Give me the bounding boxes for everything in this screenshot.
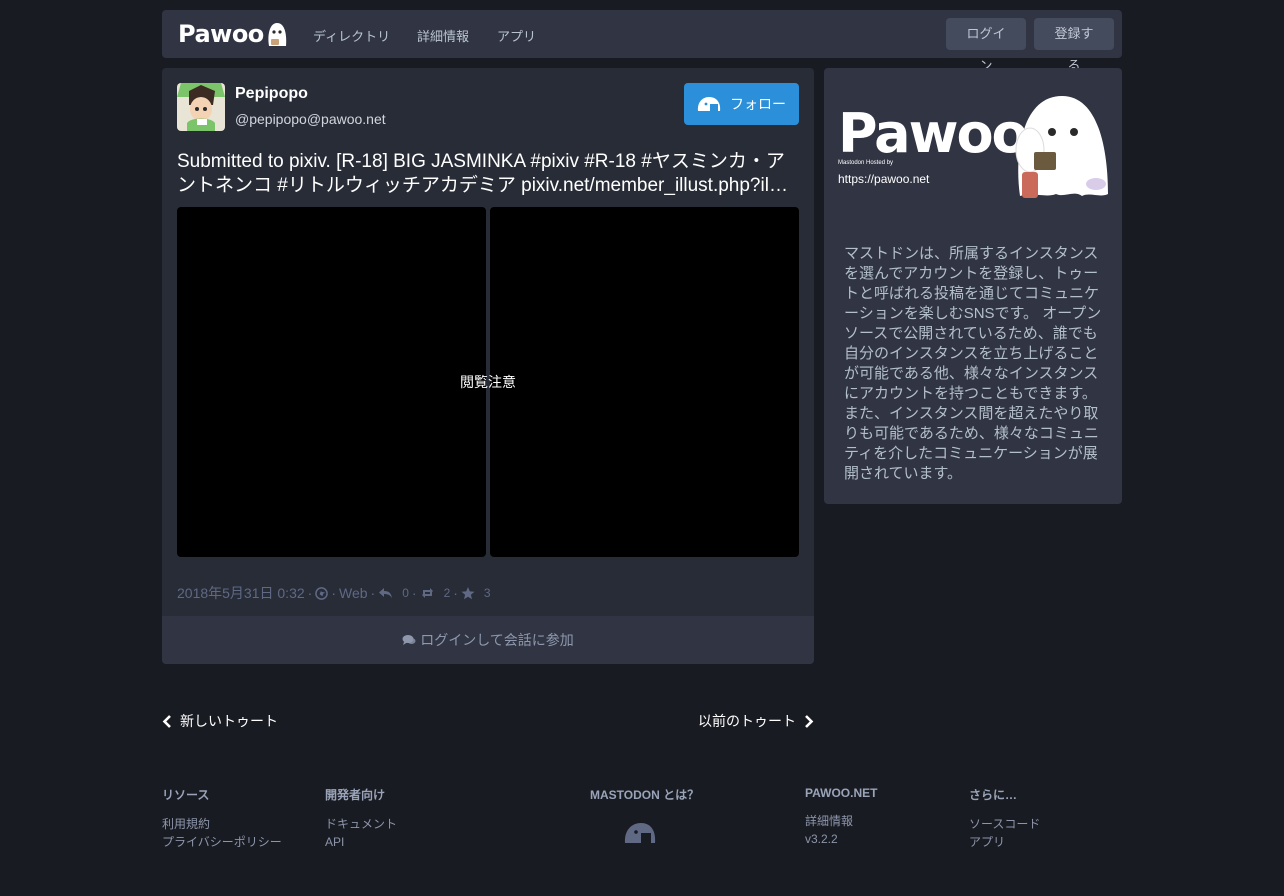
footer-developers-title: 開発者向け bbox=[325, 788, 386, 802]
mastodon-follow-icon bbox=[697, 97, 721, 111]
newer-toot-label: 新しいトゥート bbox=[180, 713, 278, 729]
signup-button[interactable]: 登録する bbox=[1034, 18, 1114, 73]
favourite-count: 3 bbox=[483, 586, 491, 600]
star-icon bbox=[461, 586, 475, 599]
footer-instance: PAWOO.NET 詳細情報 v3.2.2 bbox=[805, 786, 877, 848]
boost-count: 2 bbox=[443, 586, 451, 600]
hero-subtitle: Mastodon Hosted by bbox=[838, 160, 893, 166]
instance-description: マストドンは、所属するインスタンスを選んでアカウントを登録し、トゥートと呼ばれる… bbox=[844, 245, 1102, 482]
footer-version[interactable]: v3.2.2 bbox=[805, 830, 877, 848]
join-conversation-label: ログインして会話に参加 bbox=[420, 632, 574, 648]
avatar[interactable] bbox=[177, 83, 225, 131]
meta-separator: · bbox=[453, 585, 458, 601]
footer-link-apps[interactable]: アプリ bbox=[969, 833, 1040, 851]
display-name[interactable]: Pepipopo bbox=[235, 85, 308, 103]
globe-icon bbox=[315, 586, 329, 600]
pawoo-hero-logo: Pawoo Mastodon Hosted by https://pawoo.n… bbox=[838, 96, 1108, 198]
newer-toot-link[interactable]: 新しいトゥート bbox=[162, 711, 278, 731]
nav-directory[interactable]: ディレクトリ bbox=[313, 26, 390, 45]
older-toot-link[interactable]: 以前のトゥート bbox=[698, 711, 814, 731]
older-toot-label: 以前のトゥート bbox=[698, 713, 796, 729]
footer-resources-title: リソース bbox=[162, 788, 210, 802]
footer-developers: 開発者向け ドキュメント API bbox=[325, 786, 397, 851]
meta-separator: · bbox=[411, 585, 417, 601]
footer-mastodon: MASTODON とは？ bbox=[590, 786, 699, 848]
pawoo-hero-image: Pawoo Mastodon Hosted by https://pawoo.n… bbox=[838, 94, 1110, 200]
instance-info-card: Pawoo Mastodon Hosted by https://pawoo.n… bbox=[824, 68, 1122, 504]
reply-icon bbox=[379, 588, 393, 598]
footer-link-docs[interactable]: ドキュメント bbox=[325, 815, 397, 833]
footer-link-about[interactable]: 詳細情報 bbox=[805, 812, 877, 830]
pawoo-ghost-mascot-icon bbox=[1015, 96, 1108, 198]
status-card: Pepipopo @pepipopo@pawoo.net フォロー Submit… bbox=[162, 68, 814, 664]
reply-count: 0 bbox=[402, 586, 409, 600]
media-gallery[interactable]: 閲覧注意 bbox=[177, 207, 799, 557]
pawoo-mascot-icon bbox=[268, 23, 286, 46]
status-content: Submitted to pixiv. [R-18] BIG JASMINKA … bbox=[177, 150, 799, 198]
status-application[interactable]: Web bbox=[339, 585, 368, 601]
comments-icon bbox=[402, 635, 416, 645]
boost-icon bbox=[421, 588, 433, 598]
svg-text:Pawoo: Pawoo bbox=[838, 102, 1027, 165]
nav-about[interactable]: 詳細情報 bbox=[417, 26, 469, 45]
meta-separator: · bbox=[370, 585, 376, 601]
join-conversation-link[interactable]: ログインして会話に参加 bbox=[162, 616, 814, 664]
footer-resources: リソース 利用規約 プライバシーポリシー bbox=[162, 786, 282, 851]
login-button[interactable]: ログイン bbox=[946, 18, 1026, 73]
footer-link-api[interactable]: API bbox=[325, 833, 397, 851]
footer-mastodon-title[interactable]: MASTODON とは？ bbox=[590, 786, 699, 803]
meta-separator: · bbox=[331, 585, 336, 601]
follow-button[interactable]: フォロー bbox=[684, 83, 799, 125]
chevron-right-icon bbox=[805, 714, 814, 728]
account-handle[interactable]: @pepipopo@pawoo.net bbox=[235, 111, 386, 127]
footer-link-terms[interactable]: 利用規約 bbox=[162, 815, 282, 833]
nav-apps[interactable]: アプリ bbox=[497, 26, 536, 45]
status-meta: 2018年5月31日 0:32 · · Web · 0 · 2 · 3 bbox=[177, 583, 491, 603]
footer-instance-title: PAWOO.NET bbox=[805, 786, 878, 800]
footer-more: さらに… ソースコード アプリ bbox=[969, 786, 1040, 851]
logo-text: Pawoo bbox=[178, 20, 264, 48]
sensitive-media-label[interactable]: 閲覧注意 bbox=[177, 372, 799, 392]
status-timestamp[interactable]: 2018年5月31日 0:32 bbox=[177, 583, 305, 603]
pawoo-logo[interactable]: Pawoo bbox=[178, 19, 290, 49]
status-content-line-1: Submitted to pixiv. [R-18] BIG JASMINKA … bbox=[177, 151, 785, 172]
top-header: Pawoo ディレクトリ 詳細情報 アプリ ログイン 登録する bbox=[162, 10, 1122, 73]
avatar-image bbox=[177, 83, 225, 131]
footer-link-privacy[interactable]: プライバシーポリシー bbox=[162, 833, 282, 851]
meta-separator: · bbox=[307, 585, 313, 601]
mastodon-elephant-icon[interactable] bbox=[623, 819, 657, 845]
chevron-left-icon bbox=[162, 714, 171, 728]
footer-link-source[interactable]: ソースコード bbox=[969, 815, 1040, 833]
follow-label: フォロー bbox=[730, 96, 786, 112]
status-content-line-2: ントネンコ #リトルウィッチアカデミア pixiv.net/member_ill… bbox=[177, 175, 788, 196]
footer-more-title: さらに… bbox=[969, 788, 1018, 802]
hero-url: https://pawoo.net bbox=[838, 172, 930, 186]
